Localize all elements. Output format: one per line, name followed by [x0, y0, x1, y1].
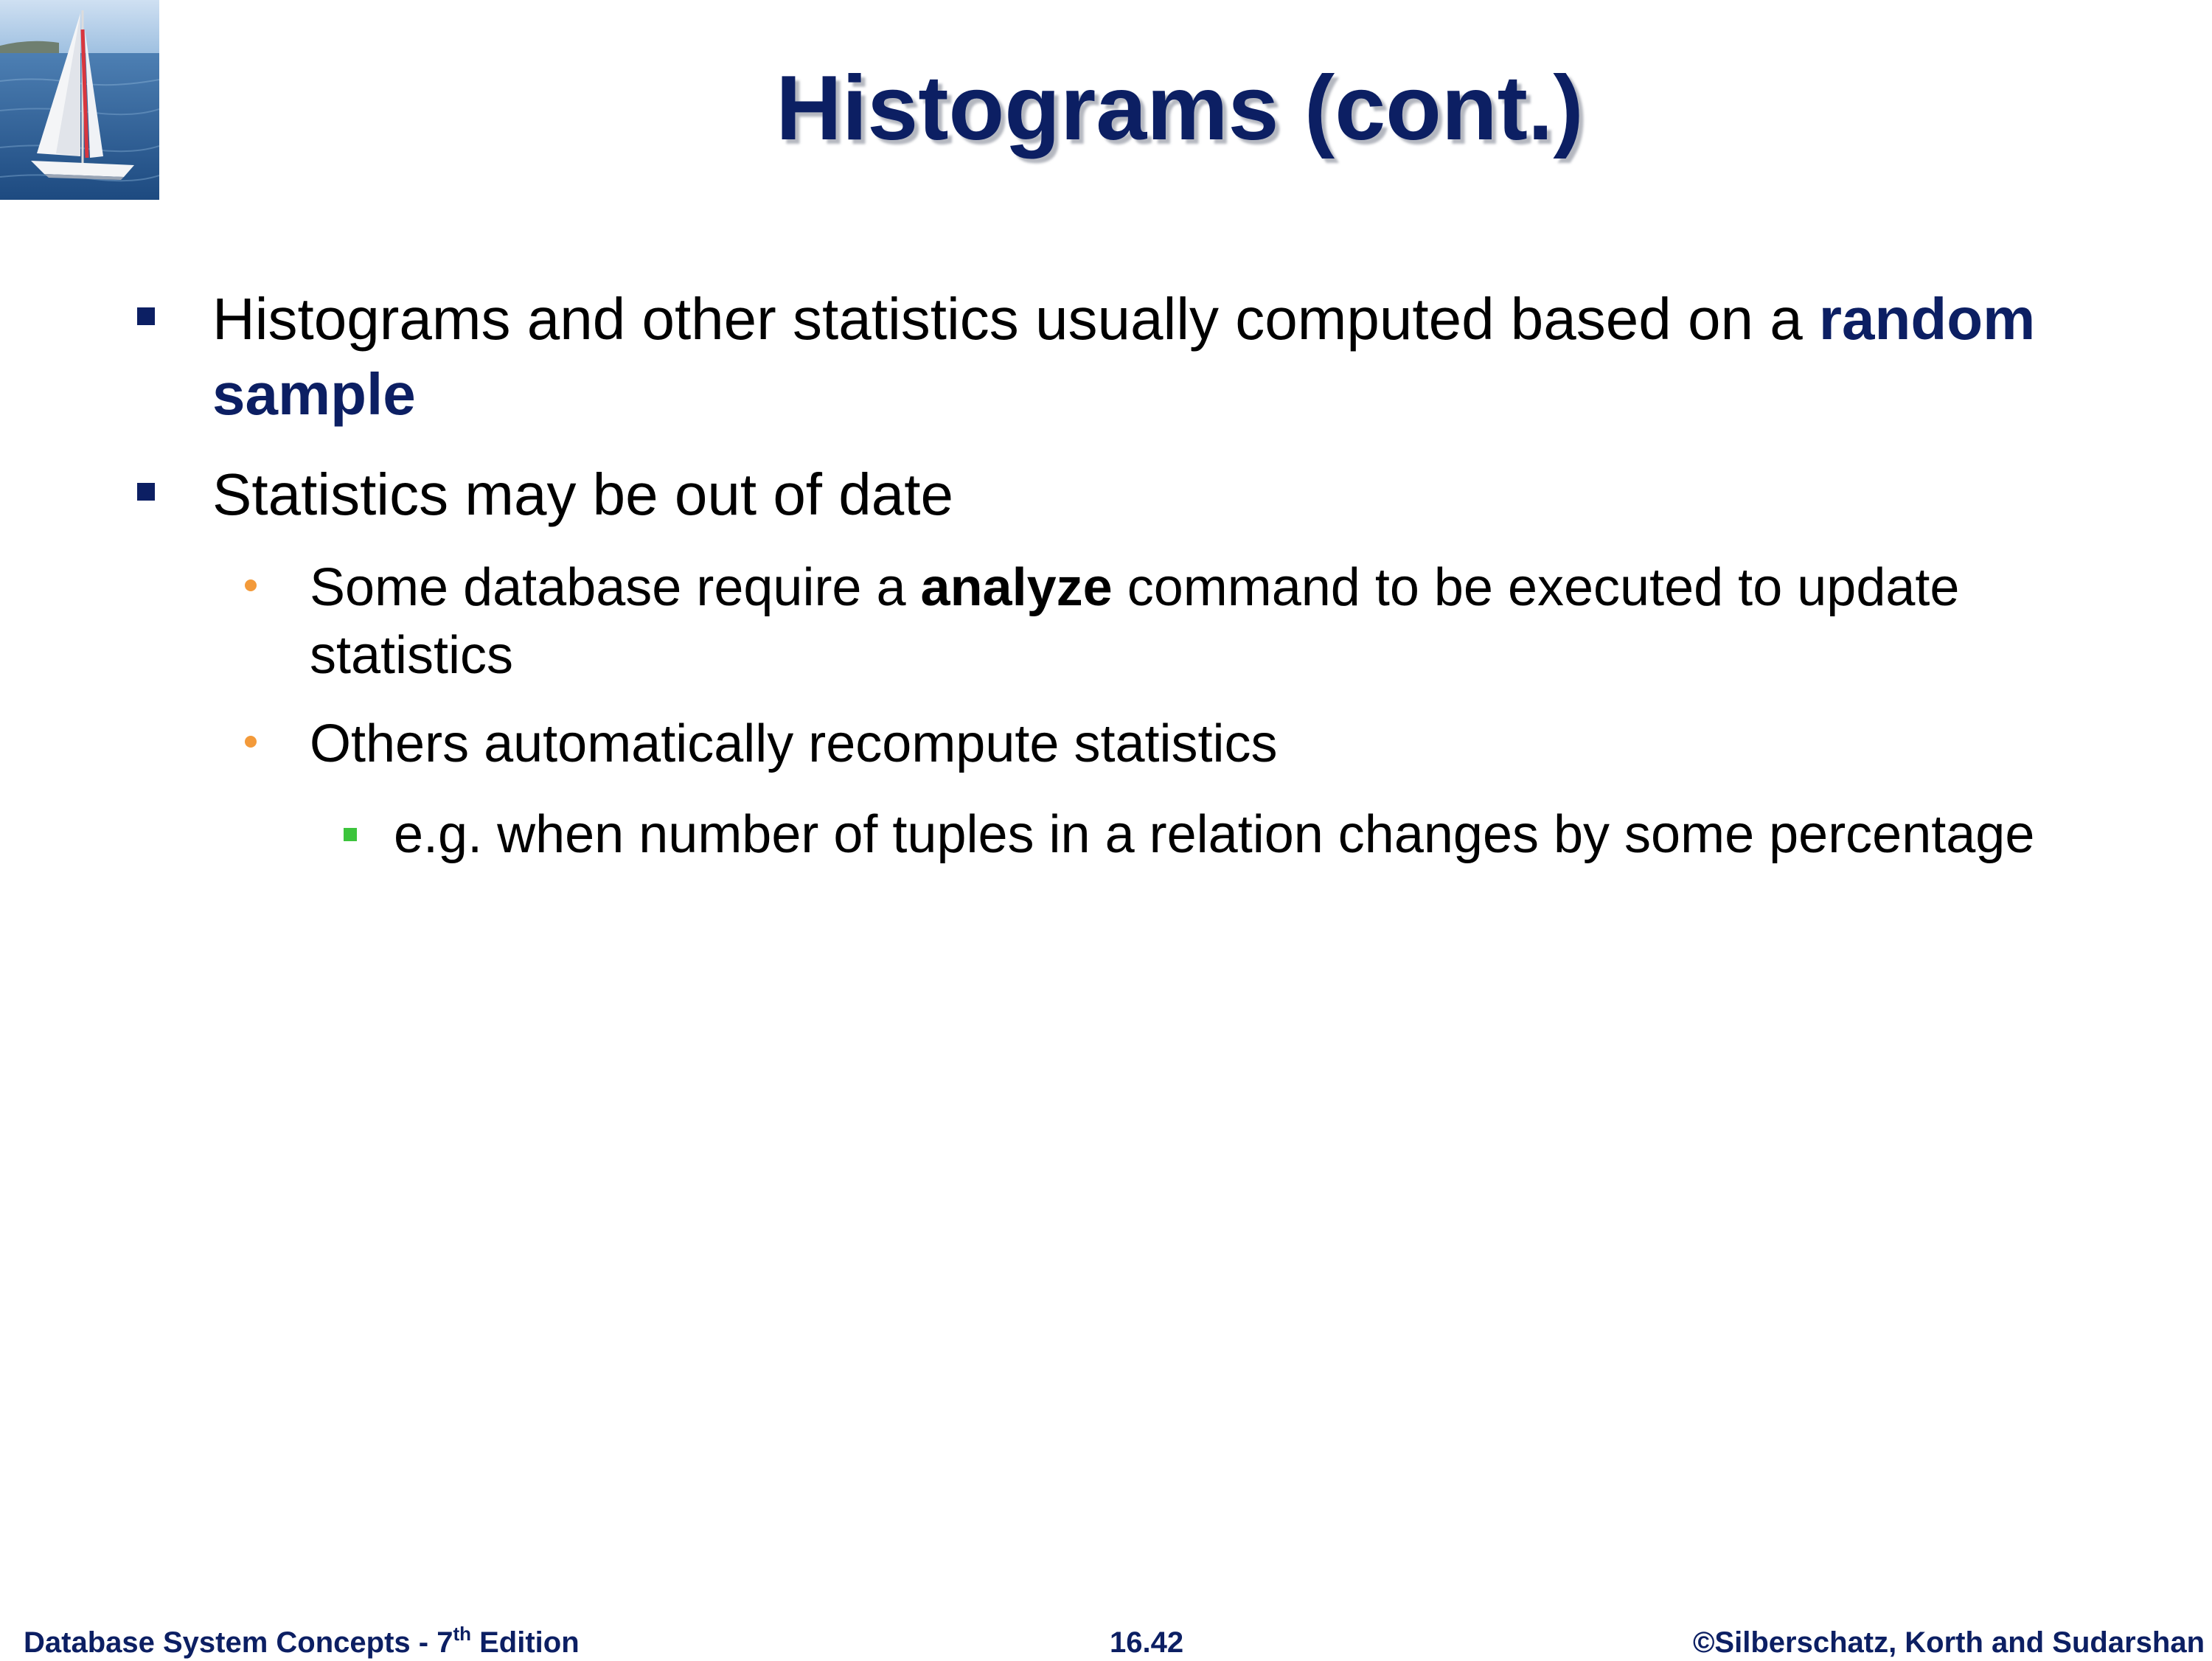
footer-page-number: 16.42	[1110, 1626, 1184, 1659]
bullet-square-icon	[137, 307, 155, 325]
bullet-square-icon	[344, 828, 357, 841]
sailboat-logo-icon	[0, 0, 159, 200]
footer-copyright: ©Silberschatz, Korth and Sudarshan	[1692, 1626, 2205, 1659]
sub-sub-bullet-percentage: e.g. when number of tuples in a relation…	[394, 801, 2193, 868]
footer-book-edition: Edition	[471, 1626, 580, 1659]
bullet-square-icon	[137, 483, 155, 501]
sub-bullet-text: Some database require a	[310, 558, 921, 617]
bullet-text: Statistics may be out of date	[212, 462, 953, 527]
sub-bullet-recompute: Others automatically recompute statistic…	[310, 710, 2138, 778]
sub-sub-bullet-text: e.g. when number of tuples in a relation…	[394, 805, 2035, 864]
slide-title: Histograms (cont.)	[776, 58, 1584, 159]
sub-bullet-emphasis: analyze	[920, 558, 1113, 617]
bullet-dot-icon	[245, 736, 257, 748]
sub-bullet-analyze: Some database require a analyze command …	[310, 554, 2138, 689]
sub-bullet-text: Others automatically recompute statistic…	[310, 714, 1278, 773]
bullet-out-of-date: Statistics may be out of date	[212, 457, 2174, 532]
bullet-dot-icon	[245, 579, 257, 591]
footer-book-title-text: Database System Concepts - 7	[24, 1626, 453, 1659]
footer-book-title: Database System Concepts - 7th Edition	[24, 1624, 580, 1661]
bullet-text: Histograms and other statistics usually …	[212, 286, 1819, 352]
bullet-random-sample: Histograms and other statistics usually …	[212, 282, 2174, 432]
footer-superscript: th	[453, 1623, 471, 1645]
